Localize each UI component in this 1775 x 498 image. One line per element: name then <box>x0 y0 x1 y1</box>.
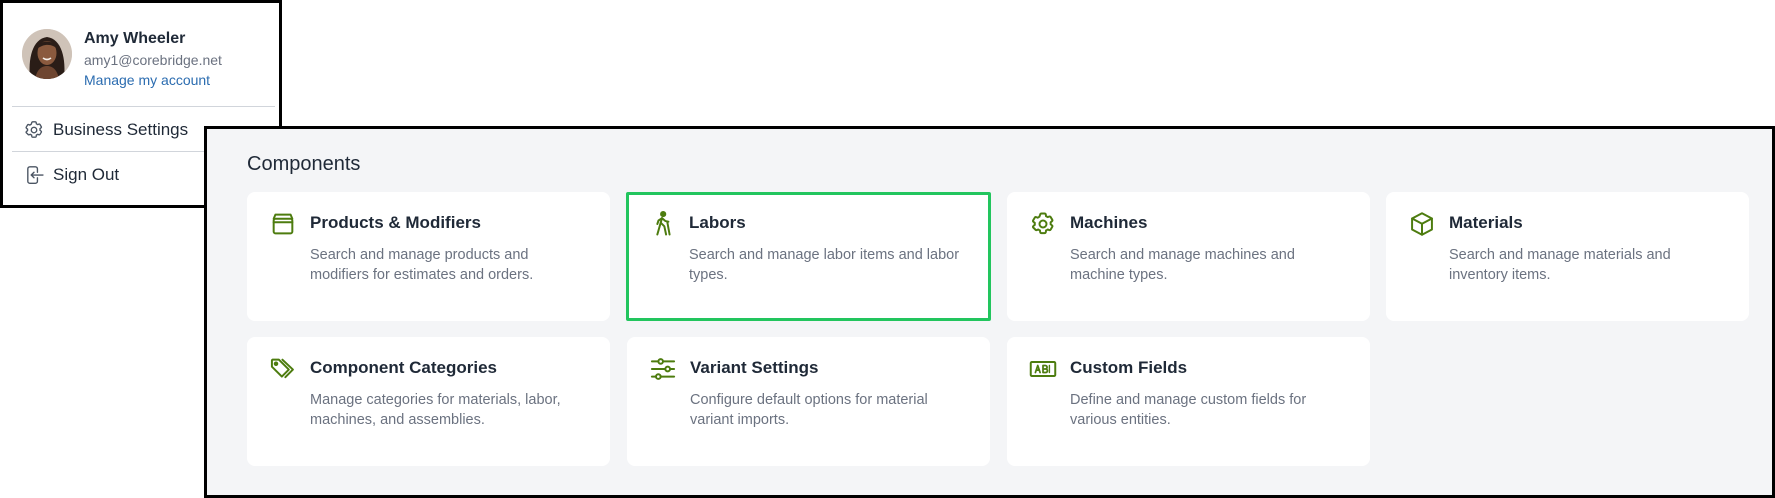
card-title: Custom Fields <box>1070 358 1188 377</box>
card-description: Search and manage labor items and labor … <box>689 247 960 283</box>
menu-divider <box>12 106 275 107</box>
walking-person-icon <box>648 210 676 238</box>
card-title: Variant Settings <box>690 358 819 377</box>
sliders-icon <box>649 355 677 383</box>
materials-card[interactable]: Materials Search and manage materials an… <box>1386 192 1749 321</box>
sign-out-icon <box>23 164 45 186</box>
box-icon <box>269 210 297 238</box>
user-name: Amy Wheeler <box>84 30 186 47</box>
card-description: Configure default options for material v… <box>690 392 928 428</box>
card-title: Materials <box>1449 213 1523 232</box>
sign-out-label: Sign Out <box>53 165 120 184</box>
tags-icon <box>269 355 297 383</box>
card-title: Labors <box>689 213 746 232</box>
card-title: Machines <box>1070 213 1148 232</box>
gear-icon <box>23 119 45 141</box>
card-title: Products & Modifiers <box>310 213 481 232</box>
card-description: Define and manage custom fields for vari… <box>1070 392 1307 428</box>
gear-icon <box>1029 210 1057 238</box>
manage-account-link[interactable]: Manage my account <box>84 70 222 90</box>
card-description: Search and manage products and modifiers… <box>310 247 534 283</box>
business-settings-menu-item[interactable]: Business Settings <box>23 118 188 142</box>
machines-card[interactable]: Machines Search and manage machines and … <box>1007 192 1370 321</box>
card-description: Manage categories for materials, labor, … <box>310 392 561 428</box>
card-description: Search and manage materials and inventor… <box>1449 247 1671 283</box>
avatar <box>22 29 72 79</box>
section-title: Components <box>247 153 361 175</box>
custom-fields-card[interactable]: Custom Fields Define and manage custom f… <box>1007 337 1370 466</box>
cube-icon <box>1408 210 1436 238</box>
component-categories-card[interactable]: Component Categories Manage categories f… <box>247 337 610 466</box>
card-description: Search and manage machines and machine t… <box>1070 247 1295 283</box>
sign-out-menu-item[interactable]: Sign Out <box>23 163 119 187</box>
variant-settings-card[interactable]: Variant Settings Configure default optio… <box>627 337 990 466</box>
text-field-icon <box>1029 355 1057 383</box>
profile-summary: Amy Wheeler amy1@corebridge.net Manage m… <box>22 29 222 90</box>
products-modifiers-card[interactable]: Products & Modifiers Search and manage p… <box>247 192 610 321</box>
labors-card[interactable]: Labors Search and manage labor items and… <box>626 192 991 321</box>
components-panel: Components Products & Modifiers Search a… <box>204 126 1775 498</box>
business-settings-label: Business Settings <box>53 120 189 139</box>
card-title: Component Categories <box>310 358 498 377</box>
user-email: amy1@corebridge.net <box>84 52 222 68</box>
